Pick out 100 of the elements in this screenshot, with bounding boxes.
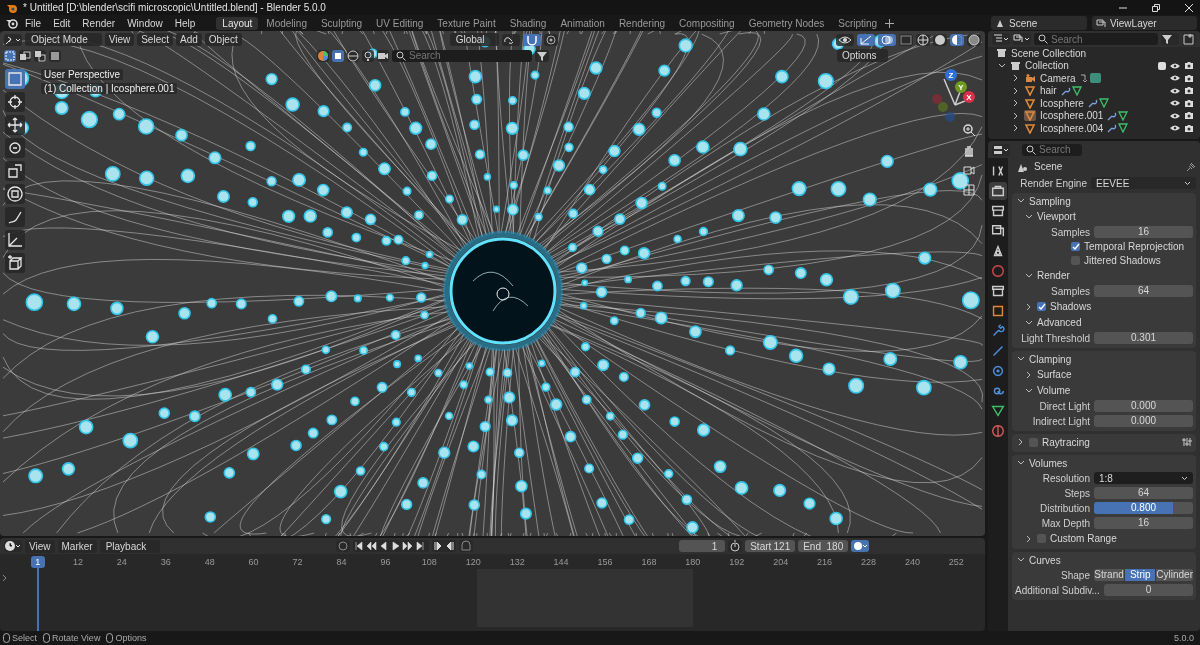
frame-number: 60 [247, 557, 260, 567]
field-label: Direct Light [1038, 400, 1090, 412]
workspace-tab[interactable]: Layout [216, 16, 259, 30]
number-field[interactable]: 0.301 [1094, 332, 1193, 344]
number-field[interactable]: 0 [1103, 584, 1193, 596]
subpanel-title[interactable]: Render [1037, 270, 1070, 281]
frame-number: 108 [420, 557, 438, 567]
frame-number: 180 [684, 557, 702, 567]
menu-item[interactable]: Add [176, 33, 202, 46]
workspace-tab[interactable]: Geometry Nodes [742, 16, 831, 30]
dropdown[interactable]: 1:8 [1094, 472, 1193, 484]
segment-button[interactable]: Cylinder [1156, 569, 1193, 581]
tree-item[interactable]: Camera [1040, 72, 1076, 84]
workspace-tab[interactable]: Animation [554, 16, 611, 30]
mode-dropdown[interactable]: Object Mode [25, 33, 102, 46]
workspace-tab[interactable]: Sculpting [314, 16, 369, 30]
frame-number: 84 [335, 557, 348, 567]
frame-number: 96 [379, 557, 392, 567]
tree-item[interactable]: Icosphere.004 [1040, 122, 1104, 134]
number-field[interactable]: 16 [1094, 226, 1193, 238]
menu-item[interactable]: Window [122, 17, 168, 29]
subpanel-title[interactable]: Viewport [1037, 211, 1076, 222]
frame-number: 240 [903, 557, 921, 567]
menu-item[interactable]: View [104, 33, 135, 46]
end-frame-field[interactable]: End 180 [798, 540, 849, 552]
frame-number: 204 [772, 557, 790, 567]
scene-selector[interactable]: Scene [991, 16, 1088, 30]
workspace-tab[interactable]: Texture Paint [431, 16, 502, 30]
number-field[interactable]: 64 [1094, 487, 1193, 499]
field-label: Samples [1050, 285, 1090, 297]
start-frame-field[interactable]: Start 121 [745, 540, 796, 552]
menu-item[interactable]: Marker [57, 539, 97, 553]
frame-number: 12 [71, 557, 84, 567]
current-frame-field[interactable]: 1 [679, 540, 726, 552]
field-label: Samples [1050, 226, 1090, 238]
workspace-tab[interactable]: Compositing [673, 16, 741, 30]
frame-number: 192 [728, 557, 746, 567]
checkbox-label[interactable]: Temporal Reprojection [1084, 241, 1185, 252]
active-object-label: (1) Collection | Icosphere.001 [41, 83, 178, 94]
playback-dropdown[interactable]: Playback [99, 539, 161, 553]
frame-number: 132 [508, 557, 526, 567]
frame-number: 24 [115, 557, 128, 567]
subpanel-title[interactable]: Custom Range [1050, 533, 1117, 544]
frame-number: 168 [640, 557, 658, 567]
version-label: 5.0.0 [1173, 633, 1194, 643]
field-label: Steps [1063, 487, 1090, 499]
workspace-tab[interactable]: Shading [503, 16, 553, 30]
frame-number: 72 [291, 557, 304, 567]
number-field[interactable]: 64 [1094, 285, 1193, 297]
checkbox-label[interactable]: Jittered Shadows [1084, 255, 1161, 266]
field-label: Indirect Light [1031, 415, 1090, 427]
view-layer-selector[interactable]: ViewLayer [1092, 16, 1197, 30]
playhead[interactable]: 1 [30, 556, 45, 568]
tree-item[interactable]: Icosphere.001 [1040, 110, 1104, 122]
segment-button[interactable]: Strip [1125, 569, 1156, 581]
panel-title[interactable]: Raytracing [1042, 436, 1090, 448]
frame-number: 228 [860, 557, 878, 567]
panel-title[interactable]: Volumes [1029, 457, 1068, 469]
menu-item[interactable]: View [25, 539, 55, 553]
render-engine-dropdown[interactable]: EEVEE [1091, 177, 1196, 189]
panel-title[interactable]: Clamping [1029, 353, 1072, 365]
tree-item[interactable]: Collection [1025, 60, 1069, 72]
workspace-tab[interactable]: Scripting [832, 16, 884, 30]
menu-item[interactable]: Render [77, 17, 121, 29]
field-label: Render Engine [1019, 177, 1087, 189]
workspace-tab[interactable]: UV Editing [370, 16, 430, 30]
subpanel-title[interactable]: Shadows [1050, 301, 1092, 312]
status-hint: Rotate View [52, 633, 101, 643]
number-field[interactable]: 0.000 [1094, 415, 1193, 427]
menu-item[interactable]: File [20, 17, 47, 29]
menu-item[interactable]: Object [204, 33, 242, 46]
menu-item[interactable]: Help [169, 17, 201, 29]
menu-item[interactable]: Select [137, 33, 173, 46]
subpanel-title[interactable]: Advanced [1037, 317, 1082, 328]
orientation-dropdown[interactable]: Global [449, 33, 499, 46]
tree-item[interactable]: Icosphere [1040, 97, 1084, 109]
field-label: Resolution [1041, 472, 1090, 484]
panel-title[interactable]: Curves [1029, 554, 1061, 566]
frame-number: 48 [203, 557, 216, 567]
subpanel-title[interactable]: Surface [1037, 369, 1072, 380]
panel-title[interactable]: Sampling [1029, 195, 1071, 207]
search-field[interactable]: Search [1034, 33, 1158, 45]
slider-field[interactable]: 0.800 [1094, 502, 1193, 514]
workspace-tab[interactable]: Rendering [612, 16, 672, 30]
tree-item[interactable]: hair [1040, 85, 1057, 97]
number-field[interactable]: 16 [1094, 517, 1193, 529]
search-field[interactable]: Search [1022, 143, 1082, 156]
frame-number: 252 [947, 557, 965, 567]
options-dropdown[interactable]: Options [837, 49, 889, 62]
number-field[interactable]: 0.000 [1094, 400, 1193, 412]
field-label: Shape [1060, 569, 1090, 581]
menu-item[interactable]: Edit [48, 17, 76, 29]
workspace-tab[interactable]: Modeling [260, 16, 313, 30]
field-label: Light Threshold [1020, 332, 1090, 344]
field-label: Distribution [1038, 502, 1090, 514]
window-title: * Untitled [D:\blender\scifi microscopic\Untitled.blend] - Blender 5.0.0 [23, 2, 326, 13]
tree-item[interactable]: Scene Collection [1011, 47, 1087, 59]
subpanel-title[interactable]: Volume [1037, 385, 1071, 396]
segment-button[interactable]: Strand [1094, 569, 1125, 581]
frame-number: 156 [596, 557, 614, 567]
